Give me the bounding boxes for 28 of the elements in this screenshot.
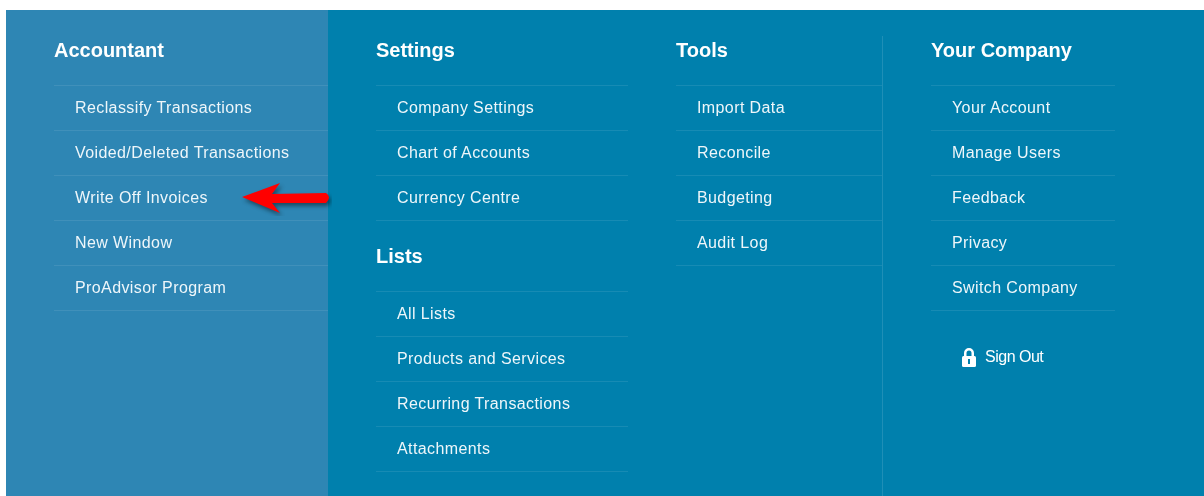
menu-link[interactable]: Privacy bbox=[931, 221, 1008, 265]
menu-link[interactable]: Recurring Transactions bbox=[376, 382, 571, 426]
menu-link[interactable]: Manage Users bbox=[931, 131, 1061, 175]
section-heading: Settings bbox=[376, 38, 456, 63]
menu-link[interactable]: Budgeting bbox=[676, 176, 773, 220]
section-heading: Accountant bbox=[54, 38, 165, 63]
section-heading: Your Company bbox=[931, 38, 1073, 63]
lock-icon bbox=[961, 347, 977, 367]
menu-link[interactable]: Audit Log bbox=[676, 221, 769, 265]
menu-link[interactable]: Attachments bbox=[376, 427, 491, 471]
section-heading: Lists bbox=[376, 244, 424, 269]
section-heading: Tools bbox=[676, 38, 729, 63]
menu-link[interactable]: Write Off Invoices bbox=[54, 176, 208, 220]
menu-link[interactable]: Switch Company bbox=[931, 266, 1078, 310]
menu-link[interactable]: Products and Services bbox=[376, 337, 566, 381]
menu-link[interactable]: Import Data bbox=[676, 86, 785, 130]
menu-link[interactable]: Currency Centre bbox=[376, 176, 521, 220]
menu-link[interactable]: Reclassify Transactions bbox=[54, 86, 253, 130]
menu-link[interactable]: Your Account bbox=[931, 86, 1051, 130]
menu-link[interactable]: Chart of Accounts bbox=[376, 131, 531, 175]
sign-out-link[interactable]: Sign Out bbox=[961, 345, 1044, 369]
menu-link[interactable]: Company Settings bbox=[376, 86, 535, 130]
menu-link[interactable]: All Lists bbox=[376, 292, 456, 336]
menu-link[interactable]: Feedback bbox=[931, 176, 1026, 220]
menu-link[interactable]: Reconcile bbox=[676, 131, 771, 175]
menu-link[interactable]: New Window bbox=[54, 221, 173, 265]
menu-link[interactable]: Voided/Deleted Transactions bbox=[54, 131, 290, 175]
menu-link[interactable]: ProAdvisor Program bbox=[54, 266, 227, 310]
